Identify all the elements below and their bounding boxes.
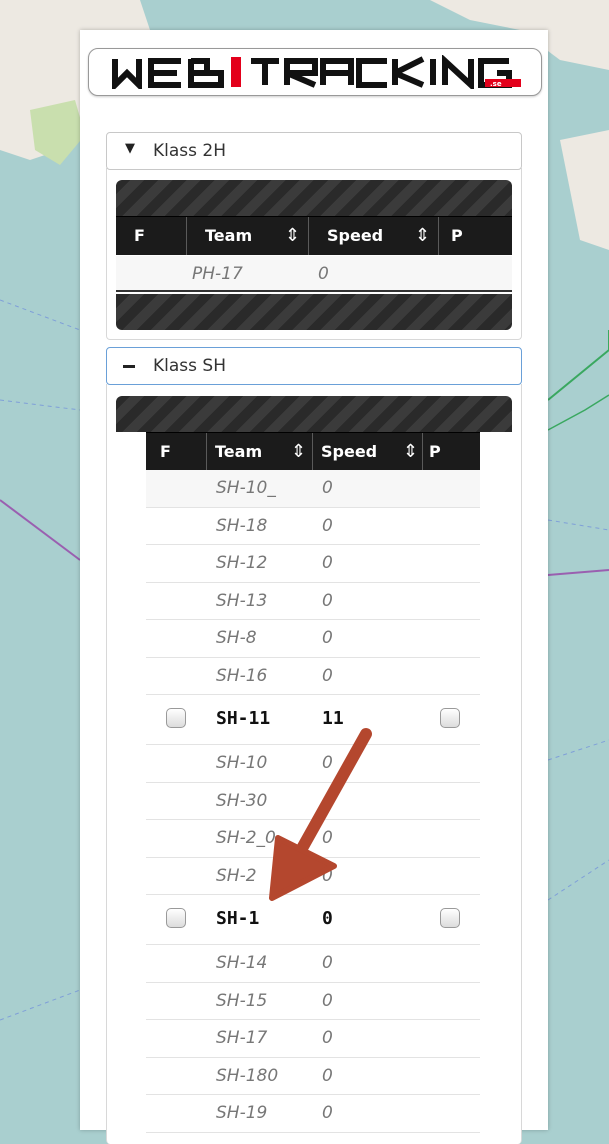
table-row[interactable]: SH-180 0	[146, 1057, 480, 1095]
table-row[interactable]: SH-30	[146, 782, 480, 820]
team-speed: 0	[322, 828, 333, 848]
column-p[interactable]: P	[438, 217, 512, 255]
team-name: SH-11	[216, 708, 271, 729]
team-name: SH-30	[216, 790, 268, 811]
team-speed: 0	[322, 1065, 333, 1086]
minus-icon	[123, 365, 135, 368]
team-speed: 0	[322, 590, 333, 611]
show-path-checkbox[interactable]	[440, 908, 460, 928]
column-speed-label: Speed	[321, 442, 378, 461]
follow-checkbox[interactable]	[166, 708, 186, 728]
team-speed: 0	[322, 908, 333, 929]
sort-updown-icon[interactable]: ⇕	[403, 433, 418, 471]
team-speed: 0	[322, 665, 333, 686]
table-row[interactable]: SH-8 0	[146, 620, 480, 658]
team-name: SH-180	[216, 1065, 279, 1086]
team-name: SH-10	[216, 753, 268, 773]
team-speed: 0	[322, 953, 333, 973]
team-name: SH-1	[216, 908, 260, 929]
table-row[interactable]: SH-2_0 0	[146, 820, 480, 858]
team-name: SH-8	[216, 628, 257, 648]
table-row[interactable]: SH-2 0	[146, 857, 480, 895]
team-speed: 0	[322, 753, 333, 773]
team-name: SH-13	[216, 590, 268, 611]
team-speed: 0	[322, 1028, 333, 1048]
team-name: SH-12	[216, 553, 268, 573]
team-name: SH-2_0	[216, 828, 276, 848]
accordion-header-klass-2h[interactable]: ▼ Klass 2H	[106, 132, 522, 170]
column-speed[interactable]: Speed ⇕	[312, 433, 422, 471]
column-team-label: Team	[215, 442, 263, 461]
team-name: SH-16	[216, 665, 268, 686]
team-speed: 0	[318, 264, 329, 284]
column-p[interactable]: P	[422, 433, 480, 471]
column-speed-label: Speed	[327, 226, 384, 245]
team-name: SH-14	[216, 953, 268, 973]
table-row-active[interactable]: SH-1 0	[146, 895, 480, 945]
team-name: SH-17	[216, 1028, 268, 1048]
column-f[interactable]: F	[160, 433, 206, 471]
table-row[interactable]: SH-12 0	[146, 545, 480, 583]
show-path-checkbox[interactable]	[440, 708, 460, 728]
column-team[interactable]: Team ⇕	[206, 433, 312, 471]
team-name: SH-15	[216, 990, 268, 1011]
sort-updown-icon[interactable]: ⇕	[415, 217, 430, 255]
table-row[interactable]: SH-19 0	[146, 1095, 480, 1133]
logo-container[interactable]: .se	[88, 48, 542, 96]
table-row[interactable]: SH-10_ 0	[146, 470, 480, 508]
column-f[interactable]: F	[134, 217, 186, 255]
accordion-header-klass-sh[interactable]: Klass SH	[106, 347, 522, 385]
table-header-klass-sh: F Team ⇕ Speed ⇕ P	[146, 432, 480, 471]
team-speed: 0	[322, 1103, 333, 1123]
table-row[interactable]: SH-14 0	[146, 945, 480, 983]
team-speed: 11	[322, 708, 344, 729]
table-row[interactable]: SH-13 0	[146, 582, 480, 620]
webtracking-logo: .se	[112, 55, 521, 89]
team-name: SH-2	[216, 865, 257, 886]
sort-updown-icon[interactable]: ⇕	[291, 433, 306, 471]
table-row[interactable]: SH-18 0	[146, 507, 480, 545]
team-speed: 0	[322, 515, 333, 536]
team-speed: 0	[322, 865, 333, 886]
team-speed: 0	[322, 478, 333, 498]
team-speed: 0	[322, 553, 333, 573]
table-row[interactable]: SH-16 0	[146, 657, 480, 695]
table-stripe-footer	[116, 294, 512, 330]
column-speed[interactable]: Speed ⇕	[308, 217, 438, 255]
table-row[interactable]: PH-17 0	[116, 256, 512, 292]
team-speed: 0	[322, 990, 333, 1011]
table-row-active[interactable]: SH-11 11	[146, 695, 480, 745]
team-name: SH-18	[216, 515, 268, 536]
column-team-label: Team	[205, 226, 253, 245]
sort-updown-icon[interactable]: ⇕	[285, 217, 300, 255]
team-name: SH-10_	[216, 478, 276, 498]
table-row[interactable]: SH-15 0	[146, 982, 480, 1020]
table-row[interactable]: SH-17 0	[146, 1020, 480, 1058]
team-name: PH-17	[192, 264, 243, 284]
team-name: SH-19	[216, 1103, 268, 1123]
table-stripe-header	[116, 396, 512, 432]
accordion-title: Klass 2H	[153, 141, 227, 161]
table-header-klass-2h: F Team ⇕ Speed ⇕ P	[116, 216, 512, 255]
table-stripe-header	[116, 180, 512, 216]
table-row[interactable]: SH-10 0	[146, 745, 480, 783]
follow-checkbox[interactable]	[166, 908, 186, 928]
column-team[interactable]: Team ⇕	[186, 217, 308, 255]
accordion-title: Klass SH	[153, 356, 226, 376]
triangle-down-icon: ▼	[125, 141, 135, 156]
team-speed: 0	[322, 628, 333, 648]
svg-text:.se: .se	[490, 80, 502, 88]
